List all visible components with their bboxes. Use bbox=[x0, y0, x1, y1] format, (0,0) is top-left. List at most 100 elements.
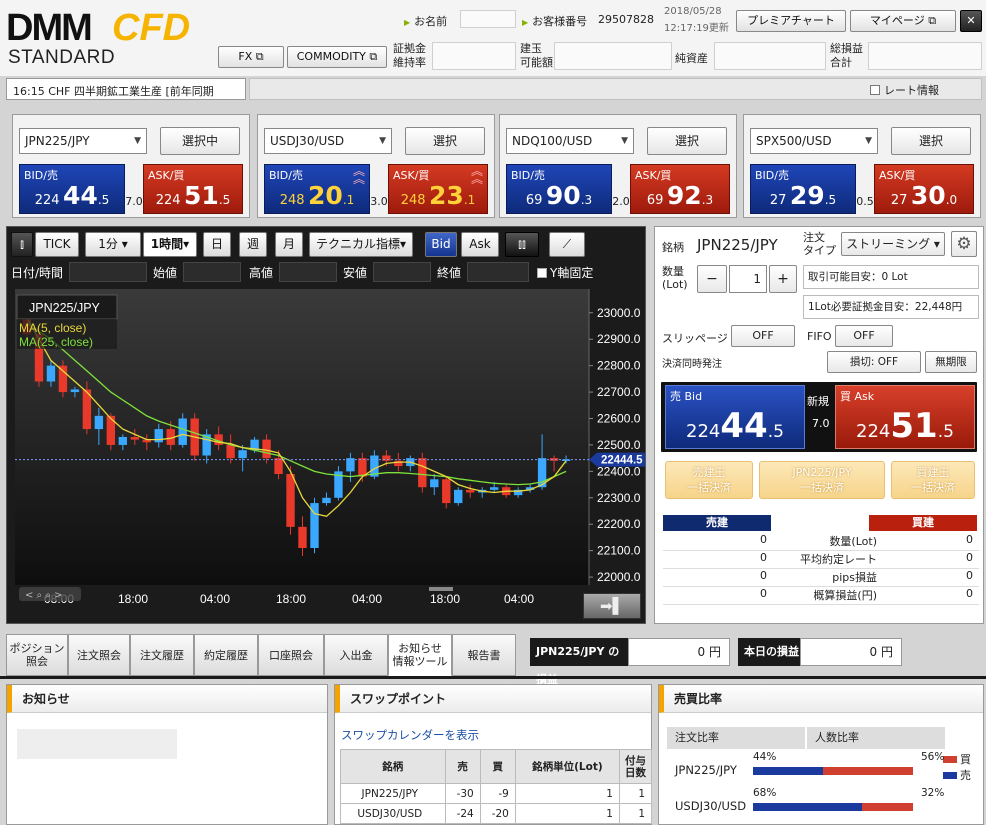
tab-item[interactable]: 約定履歴 bbox=[194, 634, 258, 676]
x-tick-label: 04:00 bbox=[504, 592, 534, 606]
position-capacity-label: 建玉 可能額 bbox=[520, 42, 553, 69]
y-axis-fix-toggle[interactable]: Y軸固定 bbox=[537, 264, 593, 281]
table-row: 0 pips損益 0 bbox=[663, 569, 979, 587]
swap-calendar-link[interactable]: スワップカレンダーを表示 bbox=[341, 727, 479, 743]
news-item[interactable] bbox=[17, 729, 177, 759]
qty-input[interactable]: 1 bbox=[729, 265, 767, 293]
candle-body bbox=[94, 415, 104, 430]
tab-item[interactable]: ポジション 照会 bbox=[6, 634, 68, 676]
week-button[interactable]: 週 bbox=[239, 232, 267, 257]
tradable-lot-info: 取引可能目安：0 Lot bbox=[803, 265, 979, 289]
y-tick-label: 22500.0 bbox=[597, 438, 641, 452]
close-button[interactable]: ✕ bbox=[960, 10, 982, 32]
bid-toggle[interactable]: Bid bbox=[425, 232, 457, 257]
logo-cfd: CFD bbox=[112, 7, 191, 49]
slippage-toggle[interactable]: OFF bbox=[731, 325, 795, 347]
settle-short-button[interactable]: 売建玉 一括決済 bbox=[665, 461, 753, 499]
settle-all-button[interactable]: JPN225/JPY 一括決済 bbox=[759, 461, 885, 499]
qty-plus-button[interactable]: + bbox=[769, 265, 797, 293]
my-page-button[interactable]: マイページ ⧉ bbox=[850, 10, 956, 32]
ask-price-button[interactable]: ASK/買 69 92.3 bbox=[630, 164, 730, 214]
symbol-select[interactable]: JPN225/JPY ▼ bbox=[19, 128, 147, 154]
bid-price-button[interactable]: BID/売 27 29.5 bbox=[750, 164, 856, 214]
bid-price-button[interactable]: BID/売 69 90.3 bbox=[506, 164, 612, 214]
spread-value: 0.5 bbox=[856, 195, 874, 208]
ask-price-button[interactable]: ASK/買 27 30.0 bbox=[874, 164, 974, 214]
people-ratio-tab[interactable]: 人数比率 bbox=[807, 727, 945, 749]
ratio-row: JPN225/JPY 44% 56% bbox=[675, 751, 945, 777]
candle-body bbox=[178, 418, 187, 445]
symbol-select[interactable]: SPX500/USD ▼ bbox=[750, 128, 878, 154]
commodity-button[interactable]: COMMODITY ⧉ bbox=[287, 46, 387, 68]
spread-value: 7.0 bbox=[812, 417, 830, 430]
x-tick-label: 18:00 bbox=[276, 592, 306, 606]
instrument-card: SPX500/USD ▼ 選択 BID/売 27 29.5 0.5 ASK/買 27 30.0 bbox=[743, 114, 981, 218]
y-tick-label: 22100.0 bbox=[597, 544, 641, 558]
candlestick-type-icon[interactable]: ⫾⫾ bbox=[505, 232, 539, 257]
tab-item[interactable]: 入出金 bbox=[324, 634, 388, 676]
tick-button[interactable]: TICK bbox=[35, 232, 79, 257]
interval-1min-select[interactable]: 1分 ▾ bbox=[85, 232, 141, 257]
order-type-select[interactable]: ストリーミング ▾ bbox=[841, 232, 945, 256]
select-button[interactable]: 選択 bbox=[405, 127, 485, 155]
select-button[interactable]: 選択 bbox=[891, 127, 971, 155]
close-field bbox=[467, 262, 529, 282]
month-button[interactable]: 月 bbox=[275, 232, 303, 257]
instrument-card: USDJ30/USD ▼ 選択 BID/売 ︽ ︽ 248 20.1 3.0 ASK/買 ︽ ︽ 24… bbox=[257, 114, 495, 218]
scroll-thumb[interactable] bbox=[429, 587, 453, 591]
spread-value: 3.0 bbox=[370, 195, 388, 208]
candle-icon[interactable]: ⫾ bbox=[11, 232, 33, 257]
swap-title: スワップポイント bbox=[335, 685, 651, 713]
tab-item[interactable]: 報告書 bbox=[452, 634, 516, 676]
y-tick-label: 22600.0 bbox=[597, 412, 641, 426]
order-ratio-tab[interactable]: 注文比率 bbox=[667, 727, 805, 749]
premier-chart-button[interactable]: プレミアチャート bbox=[736, 10, 846, 32]
rate-info-toggle[interactable]: レート情報 bbox=[870, 82, 939, 98]
table-row: 0 数量(Lot) 0 bbox=[663, 533, 979, 551]
fifo-toggle[interactable]: OFF bbox=[835, 325, 893, 347]
forward-end-icon: ➡▌ bbox=[599, 597, 625, 615]
legend-ma5: MA(5, close) bbox=[19, 321, 86, 335]
bid-price-button[interactable]: BID/売 ︽ ︽ 248 20.1 bbox=[264, 164, 370, 214]
ask-price-button[interactable]: ASK/買 ︽ ︽ 248 23.1 bbox=[388, 164, 488, 214]
updated-time: 12:17:19更新 bbox=[664, 23, 729, 34]
day-button[interactable]: 日 bbox=[203, 232, 231, 257]
ask-toggle[interactable]: Ask bbox=[461, 232, 499, 257]
tab-item[interactable]: 注文照会 bbox=[68, 634, 130, 676]
buy-ask-button[interactable]: 買 Ask 22451.5 bbox=[835, 385, 975, 449]
candle-body bbox=[226, 444, 235, 459]
bid-price-button[interactable]: BID/売 224 44.5 bbox=[19, 164, 125, 214]
fx-button[interactable]: FX ⧉ bbox=[218, 46, 284, 68]
sell-bid-button[interactable]: 売 Bid 22444.5 bbox=[665, 385, 805, 449]
technical-indicator-select[interactable]: テクニカル指標▾ bbox=[309, 232, 413, 257]
y-tick-label: 22000.0 bbox=[597, 570, 641, 584]
candle-body bbox=[238, 450, 247, 459]
news-ticker[interactable]: 16:15 CHF 四半期鉱工業生産 [前年同期 bbox=[6, 78, 246, 100]
tab-item[interactable]: 注文履歴 bbox=[130, 634, 194, 676]
line-type-icon[interactable]: ⟋ bbox=[549, 232, 585, 257]
y-tick-label: 22800.0 bbox=[597, 359, 641, 373]
slippage-label: スリッページ bbox=[662, 332, 728, 345]
price-chart[interactable]: 23000.0 22900.0 22800.0 22700.0 22600.0 22500… bbox=[7, 289, 645, 629]
select-button[interactable]: 選択 bbox=[647, 127, 727, 155]
candle-body bbox=[442, 479, 451, 504]
symbol-pl-label: JPN225/JPY の損益 bbox=[530, 638, 630, 686]
tab-item[interactable]: お知らせ 情報ツール bbox=[388, 634, 452, 676]
zoom-icons: < ⌕ ⌕ > bbox=[25, 590, 63, 601]
interval-1hour-select[interactable]: 1時間▾ bbox=[143, 232, 197, 257]
stoploss-button[interactable]: 損切: OFF bbox=[827, 351, 921, 373]
datetime-label: 日付/時間 bbox=[11, 266, 64, 280]
expiry-button[interactable]: 無期限 bbox=[925, 351, 977, 373]
scroll-to-latest-button[interactable]: ➡▌ bbox=[583, 593, 641, 619]
symbol-select[interactable]: NDQ100/USD ▼ bbox=[506, 128, 634, 154]
symbol-select[interactable]: USDJ30/USD ▼ bbox=[264, 128, 392, 154]
ask-price-button[interactable]: ASK/買 224 51.5 bbox=[143, 164, 243, 214]
tab-item[interactable]: 口座照会 bbox=[258, 634, 324, 676]
settle-long-button[interactable]: 買建玉 一括決済 bbox=[891, 461, 975, 499]
window-icon: ⧉ bbox=[928, 14, 937, 27]
header: DMM CFD STANDARD ▶ お名前 ▶ お客様番号 29507828 20… bbox=[0, 0, 986, 76]
select-button[interactable]: 選択中 bbox=[160, 127, 240, 155]
settings-gear-icon[interactable]: ⚙ bbox=[951, 231, 977, 257]
qty-minus-button[interactable]: − bbox=[697, 265, 727, 293]
ticker-bar: レート情報 bbox=[249, 78, 982, 100]
